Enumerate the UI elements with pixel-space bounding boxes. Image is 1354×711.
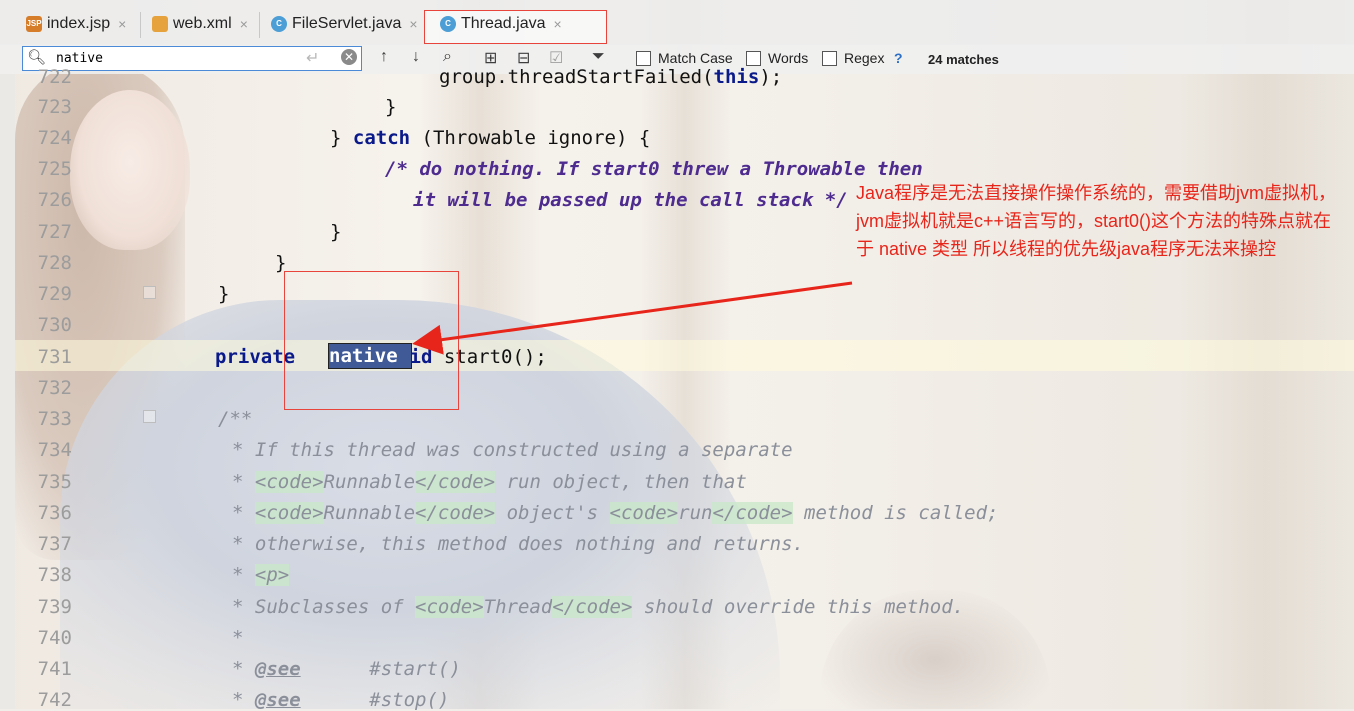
line-number: 737 — [37, 533, 72, 555]
xml-file-icon — [152, 16, 168, 32]
regex-checkbox[interactable] — [822, 50, 837, 66]
search-input[interactable] — [56, 49, 306, 68]
javadoc-line: * <code>Runnable</code> run object, then… — [232, 471, 747, 493]
line-number: 727 — [37, 221, 72, 243]
javadoc-line: /** — [218, 408, 253, 430]
line-number: 739 — [37, 596, 72, 618]
match-case-checkbox[interactable] — [636, 50, 651, 66]
filter-icon[interactable]: ⏷ — [592, 48, 605, 66]
tab-label: Thread.java — [461, 15, 546, 32]
next-occurrence-icon[interactable]: ↓ — [412, 48, 420, 66]
line-number: 728 — [37, 252, 72, 274]
line-number: 734 — [37, 439, 72, 461]
line-number: 735 — [37, 471, 72, 493]
java-class-icon: C — [271, 16, 287, 32]
javadoc-line: * <p> — [232, 564, 290, 586]
line-number: 733 — [37, 408, 72, 430]
code-line: group.threadStartFailed(this); — [439, 66, 783, 88]
line-number: 731 — [37, 346, 72, 368]
match-case-option[interactable]: Match Case — [636, 50, 733, 66]
editor-tab-bar: JSP index.jsp × web.xml × C FileServlet.… — [0, 0, 1354, 45]
tab-fileservlet-java[interactable]: C FileServlet.java × — [271, 8, 418, 40]
close-icon[interactable]: × — [554, 16, 562, 32]
close-icon[interactable]: × — [409, 16, 417, 32]
code-comment: /* do nothing. If start0 threw a Throwab… — [385, 158, 923, 180]
javadoc-line: * @see #stop() — [232, 689, 450, 711]
line-number: 736 — [37, 502, 72, 524]
words-checkbox[interactable] — [746, 50, 761, 66]
javadoc-line: * Subclasses of <code>Thread</code> shou… — [232, 596, 965, 618]
previous-occurrence-icon[interactable]: ↑ — [380, 48, 388, 66]
line-number: 723 — [37, 96, 72, 118]
fold-marker-icon[interactable] — [143, 410, 156, 423]
clear-search-icon[interactable]: ✕ — [341, 49, 357, 65]
search-field[interactable]: 🔍︎ ↵ ✕ — [22, 46, 362, 71]
javadoc-line: * — [232, 627, 244, 649]
javadoc-line: * otherwise, this method does nothing an… — [232, 533, 804, 555]
line-number: 725 — [37, 158, 72, 180]
tab-label: FileServlet.java — [292, 15, 402, 32]
regex-option[interactable]: Regex — [822, 50, 884, 66]
javadoc-line: * @see #start() — [232, 658, 461, 680]
annotation-box — [284, 271, 459, 410]
jsp-file-icon: JSP — [26, 16, 42, 32]
words-option[interactable]: Words — [746, 50, 808, 66]
match-count: 24 matches — [928, 52, 999, 67]
enter-icon: ↵ — [306, 50, 320, 67]
tab-thread-java[interactable]: C Thread.java × — [440, 8, 562, 40]
search-icon[interactable]: 🔍︎ — [27, 48, 46, 66]
tab-label: web.xml — [173, 15, 232, 32]
java-class-icon: C — [440, 16, 456, 32]
code-line: } — [385, 96, 397, 118]
line-number: 738 — [37, 564, 72, 586]
line-number: 732 — [37, 377, 72, 399]
javadoc-line: * If this thread was constructed using a… — [232, 439, 793, 461]
tab-index-jsp[interactable]: JSP index.jsp × — [26, 8, 126, 40]
line-number: 741 — [37, 658, 72, 680]
fold-marker-icon[interactable] — [143, 286, 156, 299]
close-icon[interactable]: × — [240, 16, 248, 32]
code-comment: it will be passed up the call stack */ — [413, 189, 848, 211]
line-number: 724 — [37, 127, 72, 149]
code-editor[interactable]: 722 723 724 725 726 727 728 729 730 731 … — [0, 66, 1354, 711]
javadoc-line: * <code>Runnable</code> object's <code>r… — [232, 502, 999, 524]
regex-help-link[interactable]: ? — [894, 50, 903, 66]
tab-label: index.jsp — [47, 15, 111, 32]
close-icon[interactable]: × — [118, 16, 126, 32]
code-line: } — [218, 283, 230, 305]
line-number: 729 — [37, 283, 72, 305]
line-number: 730 — [37, 314, 72, 336]
add-selection-icon[interactable]: ⊞ — [484, 48, 497, 68]
line-number: 726 — [37, 189, 72, 211]
code-line: } — [330, 221, 342, 243]
annotation-text: Java程序是无法直接操作操作系统的，需要借助jvm虚拟机，jvm虚拟机就是c+… — [856, 183, 1337, 259]
line-number: 722 — [37, 66, 72, 88]
remove-selection-icon[interactable]: ⊟ — [517, 48, 530, 68]
line-number: 740 — [37, 627, 72, 649]
code-line: } catch (Throwable ignore) { — [330, 127, 651, 149]
find-all-icon[interactable]: ⌕ — [443, 48, 452, 66]
line-number: 742 — [37, 689, 72, 711]
tab-web-xml[interactable]: web.xml × — [152, 8, 248, 40]
select-all-occurrences-icon[interactable]: ☑ — [549, 48, 563, 68]
